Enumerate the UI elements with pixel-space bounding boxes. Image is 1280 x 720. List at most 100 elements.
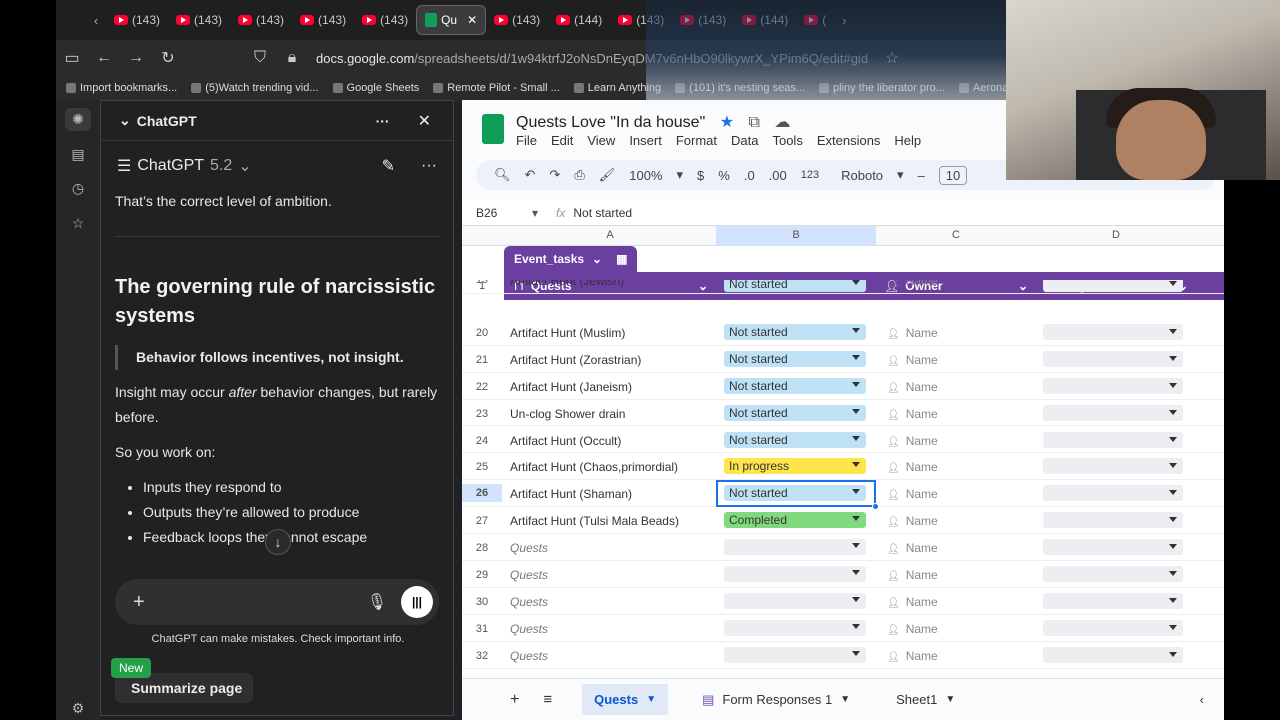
menu-item-tools[interactable]: Tools <box>772 133 802 148</box>
quest-cell[interactable]: Quests <box>510 622 548 636</box>
decrease-decimal-button[interactable]: .0 <box>744 168 755 183</box>
browser-tab[interactable]: ( <box>796 5 834 35</box>
owner-cell[interactable]: 👤︎ Name <box>887 280 938 288</box>
row-number[interactable]: 19 <box>462 280 502 286</box>
sidebar-toggle-icon[interactable]: ▭ <box>56 42 88 74</box>
status-dropdown[interactable]: Not started <box>724 404 866 421</box>
bookmark-item[interactable]: (5)Watch trending vid... <box>191 82 319 94</box>
forward-button[interactable]: → <box>120 42 152 74</box>
row-number[interactable]: 27 <box>462 515 502 527</box>
quest-cell[interactable]: Artifact Hunt (Shaman) <box>510 487 632 501</box>
column-letter[interactable]: C <box>876 229 1036 241</box>
move-folder-icon[interactable]: ⧉ <box>749 114 760 131</box>
paint-format-icon[interactable]: 🖌︎ <box>599 167 616 183</box>
name-box[interactable]: B26 <box>462 206 532 220</box>
table-view-icon[interactable]: ▦ <box>616 252 627 266</box>
message-input[interactable]: + 🎙︎ ||| <box>115 579 439 625</box>
more-icon[interactable]: ··· <box>421 157 437 175</box>
star-icon[interactable]: ★ <box>720 114 734 131</box>
menu-item-insert[interactable]: Insert <box>629 133 662 148</box>
row-number[interactable]: 29 <box>462 569 502 581</box>
sheet-tab[interactable]: Quests ▼ <box>582 684 669 715</box>
owner-cell[interactable]: 👤︎ Name <box>887 541 938 555</box>
print-icon[interactable]: ⎙ <box>574 167 584 183</box>
quest-cell[interactable]: Artifact Hunt (Tulsi Mala Beads) <box>510 514 679 528</box>
zoom-select[interactable]: 100% <box>629 168 662 183</box>
menu-item-edit[interactable]: Edit <box>551 133 573 148</box>
status-dropdown[interactable]: In progress <box>724 458 866 475</box>
sheets-logo-icon[interactable] <box>482 114 504 144</box>
menu-item-help[interactable]: Help <box>894 133 921 148</box>
status-dropdown[interactable] <box>724 619 866 636</box>
table-name-chip[interactable]: Event_tasks ⌄ ▦ <box>504 246 638 272</box>
stage-dropdown[interactable] <box>1043 350 1183 367</box>
row-number[interactable]: 22 <box>462 381 502 393</box>
document-title-text[interactable]: Quests Love "In da house" <box>516 114 705 131</box>
currency-format-button[interactable]: $ <box>697 168 704 183</box>
quest-cell[interactable]: Artifact Hunt (Muslim) <box>510 326 625 340</box>
add-sheet-icon[interactable]: + <box>510 691 519 709</box>
cloud-status-icon[interactable]: ☁ <box>774 114 790 131</box>
chatgpt-icon[interactable]: ✺ <box>65 108 91 131</box>
column-letter[interactable]: D <box>1036 229 1196 241</box>
stage-dropdown[interactable] <box>1043 539 1183 556</box>
number-format-button[interactable]: 123 <box>801 169 819 181</box>
owner-cell[interactable]: 👤︎ Name <box>887 407 938 421</box>
quest-cell[interactable]: Quests <box>510 541 548 555</box>
chevron-down-icon[interactable]: ⌄ <box>238 156 251 176</box>
quest-cell[interactable]: Artifact Hunt (Zorastrian) <box>510 353 641 367</box>
microphone-icon[interactable]: 🎙︎ <box>367 592 387 612</box>
font-size-decrease-button[interactable]: – <box>918 168 925 183</box>
menu-item-format[interactable]: Format <box>676 133 717 148</box>
increase-decimal-button[interactable]: .00 <box>769 168 787 183</box>
status-dropdown[interactable]: Not started <box>724 377 866 394</box>
menu-icon[interactable]: ☰ <box>117 156 131 176</box>
quest-cell[interactable]: Artifact Hunt (Jewish) <box>510 280 624 288</box>
column-letter[interactable]: A <box>504 229 716 241</box>
bookmark-item[interactable]: pliny the liberator pro... <box>819 82 945 94</box>
browser-tab[interactable]: (144) <box>548 5 610 35</box>
browser-tab[interactable]: (143) <box>672 5 734 35</box>
browser-tab[interactable]: (143) <box>230 5 292 35</box>
document-title[interactable]: Quests Love "In da house" ★ ⧉ ☁ <box>516 112 790 132</box>
status-dropdown[interactable] <box>724 566 866 582</box>
stage-dropdown[interactable] <box>1043 592 1183 609</box>
stage-dropdown[interactable] <box>1043 646 1183 663</box>
undo-icon[interactable]: ↶ <box>525 167 536 183</box>
stage-dropdown[interactable] <box>1043 377 1183 394</box>
row-number[interactable]: 31 <box>462 623 502 635</box>
chevron-down-icon[interactable]: ▾ <box>897 167 904 183</box>
font-size-input[interactable]: 10 <box>938 165 968 185</box>
status-dropdown[interactable]: Not started <box>724 280 866 292</box>
quest-cell[interactable]: Artifact Hunt (Chaos,primordial) <box>510 460 678 474</box>
owner-cell[interactable]: 👤︎ Name <box>887 353 938 367</box>
sheet-tab[interactable]: ▤ Form Responses 1 ▼ <box>690 684 862 716</box>
stage-dropdown[interactable] <box>1043 566 1183 582</box>
browser-tab[interactable]: (144) <box>734 5 796 35</box>
reload-button[interactable]: ↻ <box>152 42 184 74</box>
model-version[interactable]: 5.2 <box>210 157 232 175</box>
owner-cell[interactable]: 👤︎ Name <box>887 595 938 609</box>
stage-dropdown[interactable] <box>1043 458 1183 475</box>
row-number[interactable]: 28 <box>462 542 502 554</box>
search-icon[interactable]: 🔍︎ <box>494 167 511 183</box>
bookmark-item[interactable]: Learn Anything <box>573 82 661 94</box>
stage-dropdown[interactable] <box>1043 619 1183 636</box>
bookmark-item[interactable]: Import bookmarks... <box>66 82 177 94</box>
plus-icon[interactable]: + <box>133 591 145 614</box>
status-dropdown[interactable] <box>724 539 866 556</box>
status-dropdown[interactable]: Completed <box>724 512 866 529</box>
chevron-down-icon[interactable]: ▼ <box>840 694 850 705</box>
quest-cell[interactable]: Quests <box>510 568 548 582</box>
bookmark-item[interactable]: Google Sheets <box>332 82 419 94</box>
owner-cell[interactable]: 👤︎ Name <box>887 568 938 582</box>
quest-cell[interactable]: Un-clog Shower drain <box>510 407 625 421</box>
bookmark-item[interactable]: Aeronau <box>958 82 1006 94</box>
stage-dropdown[interactable] <box>1043 280 1183 292</box>
browser-tab[interactable]: (143) <box>354 5 416 35</box>
all-sheets-icon[interactable]: ≡ <box>543 691 552 708</box>
owner-cell[interactable]: 👤︎ Name <box>887 460 938 474</box>
menu-item-extensions[interactable]: Extensions <box>817 133 881 148</box>
browser-tab[interactable]: (143) <box>610 5 672 35</box>
status-dropdown[interactable]: Not started <box>724 323 866 340</box>
